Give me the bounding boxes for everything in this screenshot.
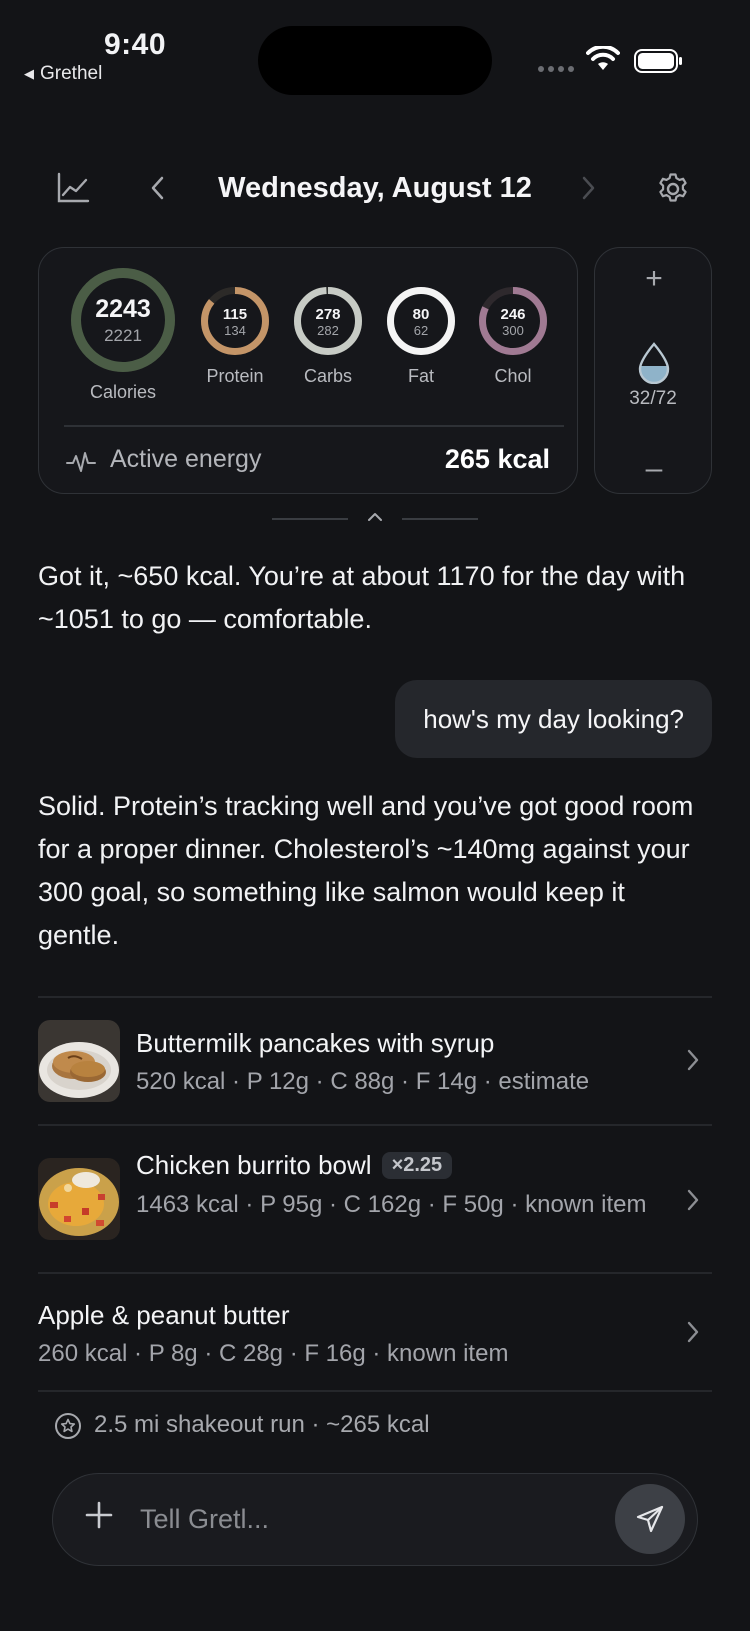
calories-value: 2243 [95,295,151,323]
chol-label: Chol [494,366,532,386]
macro-ring-fat: 80 62 Fat [382,285,460,387]
protein-ring-graphic: 115 134 [201,287,269,355]
protein-label: Protein [206,366,264,386]
add-attachment-plus-icon[interactable] [84,1500,114,1530]
water-count: 32/72 [629,388,677,409]
settings-gear-icon[interactable] [656,172,690,206]
food-meta: 260 kcal · P 8g · C 28g · F 16g · known … [38,1340,509,1367]
fat-value: 80 [413,306,430,323]
cellular-signal-icon [538,66,574,72]
active-energy-label: Active energy [110,445,262,473]
chevron-right-icon [687,1049,699,1071]
carbs-label: Carbs [303,366,352,386]
chol-ring-graphic: 246 300 [479,287,547,355]
date-title: Wednesday, August 12 [218,172,532,204]
wifi-icon [586,46,620,70]
user-message-bubble: how's my day looking? [395,680,712,758]
chol-goal: 300 [502,323,524,338]
food-name-line: Chicken burrito bowl ×2.25 [136,1150,453,1181]
water-add-button[interactable]: + [640,262,668,296]
pancakes-photo [38,1020,120,1102]
back-triangle-icon: ◀ [24,66,34,81]
food-meta: 1463 kcal · P 95g · C 162g · F 50g · kno… [136,1191,647,1218]
back-app-label: Grethel [40,63,103,84]
chevron-right-icon [687,1189,699,1211]
send-paper-plane-icon [636,1505,664,1533]
send-button[interactable] [615,1484,685,1554]
calories-ring-graphic: 2243 2221 [71,268,175,372]
macro-ring-protein: 115 134 Protein [196,285,274,387]
quantity-badge: ×2.25 [381,1152,453,1179]
next-day-chevron-icon[interactable] [580,174,596,202]
calories-ring: 2243 2221 Calories [68,265,178,403]
assistant-message: Solid. Protein’s tracking well and you’v… [38,791,694,950]
collapse-handle-line-left [272,518,348,520]
calories-goal: 2221 [104,326,142,345]
burrito-bowl-photo [38,1158,120,1240]
card-divider [64,425,564,427]
food-name: Buttermilk pancakes with syrup [136,1028,495,1058]
message-input[interactable] [140,1492,580,1546]
collapse-handle-line-right [402,518,478,520]
food-item-row[interactable] [38,1274,712,1390]
water-drop-icon [638,342,670,384]
food-item-row[interactable] [38,998,712,1124]
food-name: Chicken burrito bowl [136,1150,372,1180]
status-time: 9:40 [104,28,167,61]
macro-ring-chol: 246 300 Chol [474,285,552,387]
battery-icon [634,49,682,73]
food-name: Apple & peanut butter [38,1300,290,1330]
assistant-message: Got it, ~650 kcal. You’re at about 1170 … [38,561,686,634]
fat-label: Fat [407,366,434,386]
list-divider [38,1390,712,1392]
chevron-right-icon [687,1321,699,1343]
calories-label: Calories [89,382,157,402]
previous-day-chevron-icon[interactable] [150,174,166,202]
dynamic-island [258,26,492,95]
chol-value: 246 [500,306,525,323]
activity-entry: 2.5 mi shakeout run · ~265 kcal [94,1411,430,1438]
fat-goal: 62 [414,323,428,338]
protein-value: 115 [223,306,247,323]
fat-ring-graphic: 80 62 [387,287,455,355]
star-badge-icon [55,1413,81,1439]
user-message-text: how's my day looking? [423,703,684,734]
trends-chart-icon[interactable] [56,172,90,204]
carbs-ring-graphic: 278 282 [294,287,362,355]
activity-pulse-icon [66,452,96,472]
water-remove-button[interactable]: – [640,452,668,486]
food-meta: 520 kcal · P 12g · C 88g · F 14g · estim… [136,1068,590,1095]
active-energy-value: 265 kcal [444,444,550,474]
carbs-value: 278 [315,306,340,323]
collapse-chevron-up-icon[interactable] [366,510,384,524]
protein-goal: 134 [224,323,246,338]
carbs-goal: 282 [317,323,339,338]
back-to-app-link[interactable]: ◀ Grethel [24,63,102,85]
macro-ring-carbs: 278 282 Carbs [289,285,367,387]
